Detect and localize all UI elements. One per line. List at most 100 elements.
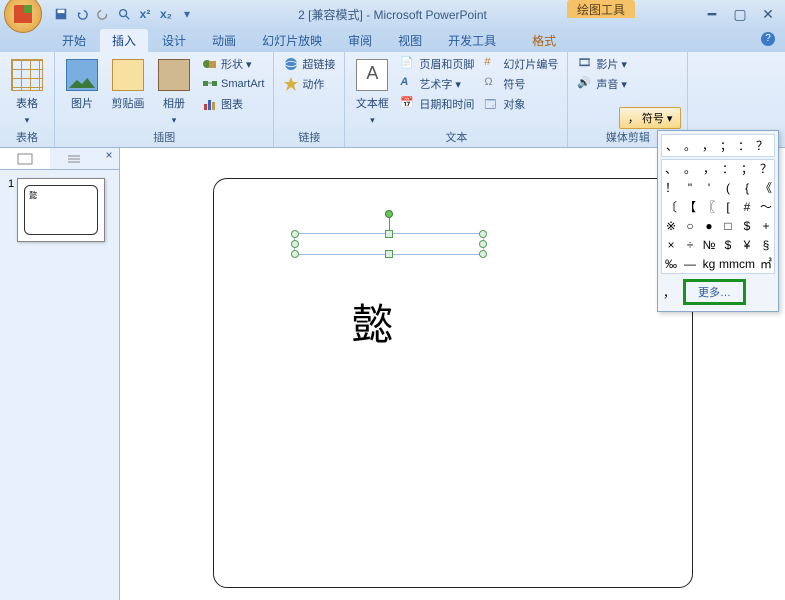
action-button[interactable]: 动作 [280, 75, 338, 93]
symbol-recent-item[interactable]: ？ [754, 137, 770, 154]
symbol-grid-item[interactable]: 〖 [700, 198, 718, 216]
symbol-grid-item[interactable]: ( [719, 179, 737, 197]
symbol-grid-item[interactable]: 。 [681, 160, 699, 178]
recent-symbol-icon[interactable]: ， [663, 284, 675, 301]
tab-insert[interactable]: 插入 [100, 29, 148, 52]
rotation-handle[interactable] [385, 210, 393, 218]
slides-tab[interactable] [0, 148, 50, 169]
symbol-grid-item[interactable]: § [757, 236, 775, 254]
symbol-grid-item[interactable]: ※ [662, 217, 680, 235]
symbol-grid-item[interactable]: ○ [681, 217, 699, 235]
symbol-grid-item[interactable]: + [757, 217, 775, 235]
album-button[interactable]: 相册▾ [153, 55, 195, 126]
symbol-grid-item[interactable]: ● [700, 217, 718, 235]
symbol-recent-item[interactable]: 、 [664, 137, 680, 154]
tab-slideshow[interactable]: 幻灯片放映 [250, 29, 334, 52]
object-button[interactable]: 🗔对象 [481, 95, 561, 113]
qat-dropdown-icon[interactable]: ▾ [178, 5, 196, 23]
textbox-button[interactable]: A文本框▾ [351, 55, 393, 126]
symbol-grid-item[interactable]: $ [738, 217, 756, 235]
restore-button[interactable]: ▢ [731, 6, 749, 23]
symbol-grid-item[interactable]: ㎡ [757, 255, 775, 273]
symbol-grid-item[interactable]: 〔 [662, 198, 680, 216]
tab-home[interactable]: 开始 [50, 29, 98, 52]
datetime-button[interactable]: 📅日期和时间 [397, 95, 477, 113]
symbol-grid-item[interactable]: ？ [757, 160, 775, 178]
wordart-button[interactable]: A艺术字 ▾ [397, 75, 477, 93]
tab-review[interactable]: 审阅 [336, 29, 384, 52]
redo-icon[interactable] [94, 5, 112, 23]
symbol-grid-item[interactable]: ； [738, 160, 756, 178]
more-symbols-button[interactable]: 更多… [683, 279, 746, 305]
resize-handle-mr[interactable] [479, 240, 487, 248]
symbol-recent-item[interactable]: 。 [682, 137, 698, 154]
symbol-grid-item[interactable]: # [738, 198, 756, 216]
group-links: 超链接 动作 链接 [274, 52, 345, 147]
resize-handle-bl[interactable] [291, 250, 299, 258]
headerfooter-button[interactable]: 📄页眉和页脚 [397, 55, 477, 73]
symbol-grid-item[interactable]: № [700, 236, 718, 254]
slide-thumbnail[interactable]: 1 懿 [8, 178, 111, 242]
symbol-grid-item[interactable]: mm [719, 255, 737, 273]
resize-handle-mb[interactable] [385, 250, 393, 258]
symbol-grid-item[interactable]: " [681, 179, 699, 197]
symbol-grid-item[interactable]: ‰ [662, 255, 680, 273]
rotation-line [389, 218, 390, 230]
save-icon[interactable] [52, 5, 70, 23]
symbol-dropdown-button[interactable]: ，符号 ▾ [619, 107, 682, 129]
superscript-icon[interactable]: x² [136, 5, 154, 23]
sound-button[interactable]: 🔊声音 ▾ [574, 75, 630, 93]
symbol-button[interactable]: Ω符号 [481, 75, 561, 93]
print-preview-icon[interactable] [115, 5, 133, 23]
minimize-button[interactable]: ━ [703, 6, 721, 23]
symbol-grid-item[interactable]: $ [719, 236, 737, 254]
picture-button[interactable]: 图片 [61, 55, 103, 111]
tab-design[interactable]: 设计 [150, 29, 198, 52]
tab-developer[interactable]: 开发工具 [436, 29, 508, 52]
subscript-icon[interactable]: x₂ [157, 5, 175, 23]
undo-icon[interactable] [73, 5, 91, 23]
smartart-button[interactable]: SmartArt [199, 75, 267, 93]
symbol-recent-item[interactable]: ； [718, 137, 734, 154]
outline-tab[interactable] [50, 148, 100, 169]
chart-button[interactable]: 图表 [199, 95, 267, 113]
symbol-grid-item[interactable]: [ [719, 198, 737, 216]
resize-handle-mt[interactable] [385, 230, 393, 238]
symbol-grid-item[interactable]: kg [700, 255, 718, 273]
symbol-grid-item[interactable]: ' [700, 179, 718, 197]
close-panel-icon[interactable]: × [99, 148, 119, 169]
symbol-grid-item[interactable]: 、 [662, 160, 680, 178]
symbol-grid-item[interactable]: { [738, 179, 756, 197]
close-button[interactable]: ✕ [759, 6, 777, 23]
symbol-grid-item[interactable]: ！ [662, 179, 680, 197]
symbol-grid-item[interactable]: ： [719, 160, 737, 178]
symbol-grid-item[interactable]: ÷ [681, 236, 699, 254]
symbol-grid-item[interactable]: ～ [757, 198, 775, 216]
symbol-grid-item[interactable]: cm [738, 255, 756, 273]
resize-handle-tr[interactable] [479, 230, 487, 238]
resize-handle-tl[interactable] [291, 230, 299, 238]
symbol-grid-item[interactable]: □ [719, 217, 737, 235]
hyperlink-button[interactable]: 超链接 [280, 55, 338, 73]
symbol-recent-item[interactable]: ， [700, 137, 716, 154]
tab-view[interactable]: 视图 [386, 29, 434, 52]
tab-format[interactable]: 格式 [520, 29, 568, 52]
symbol-grid-item[interactable]: ， [700, 160, 718, 178]
movie-button[interactable]: 🎞影片 ▾ [574, 55, 630, 73]
tab-animations[interactable]: 动画 [200, 29, 248, 52]
smartart-label: SmartArt [221, 78, 264, 90]
symbol-grid-item[interactable]: 【 [681, 198, 699, 216]
resize-handle-ml[interactable] [291, 240, 299, 248]
clipart-button[interactable]: 剪贴画 [107, 55, 149, 111]
help-icon[interactable]: ? [761, 32, 775, 46]
shapes-button[interactable]: 形状 ▾ [199, 55, 267, 73]
symbol-recent-item[interactable]: ： [736, 137, 752, 154]
selected-textbox[interactable] [294, 233, 484, 255]
symbol-grid-item[interactable]: — [681, 255, 699, 273]
table-button[interactable]: 表格▾ [6, 55, 48, 126]
slidenum-button[interactable]: #幻灯片编号 [481, 55, 561, 73]
symbol-grid-item[interactable]: ¥ [738, 236, 756, 254]
symbol-grid-item[interactable]: × [662, 236, 680, 254]
resize-handle-br[interactable] [479, 250, 487, 258]
symbol-grid-item[interactable]: 《 [757, 179, 775, 197]
